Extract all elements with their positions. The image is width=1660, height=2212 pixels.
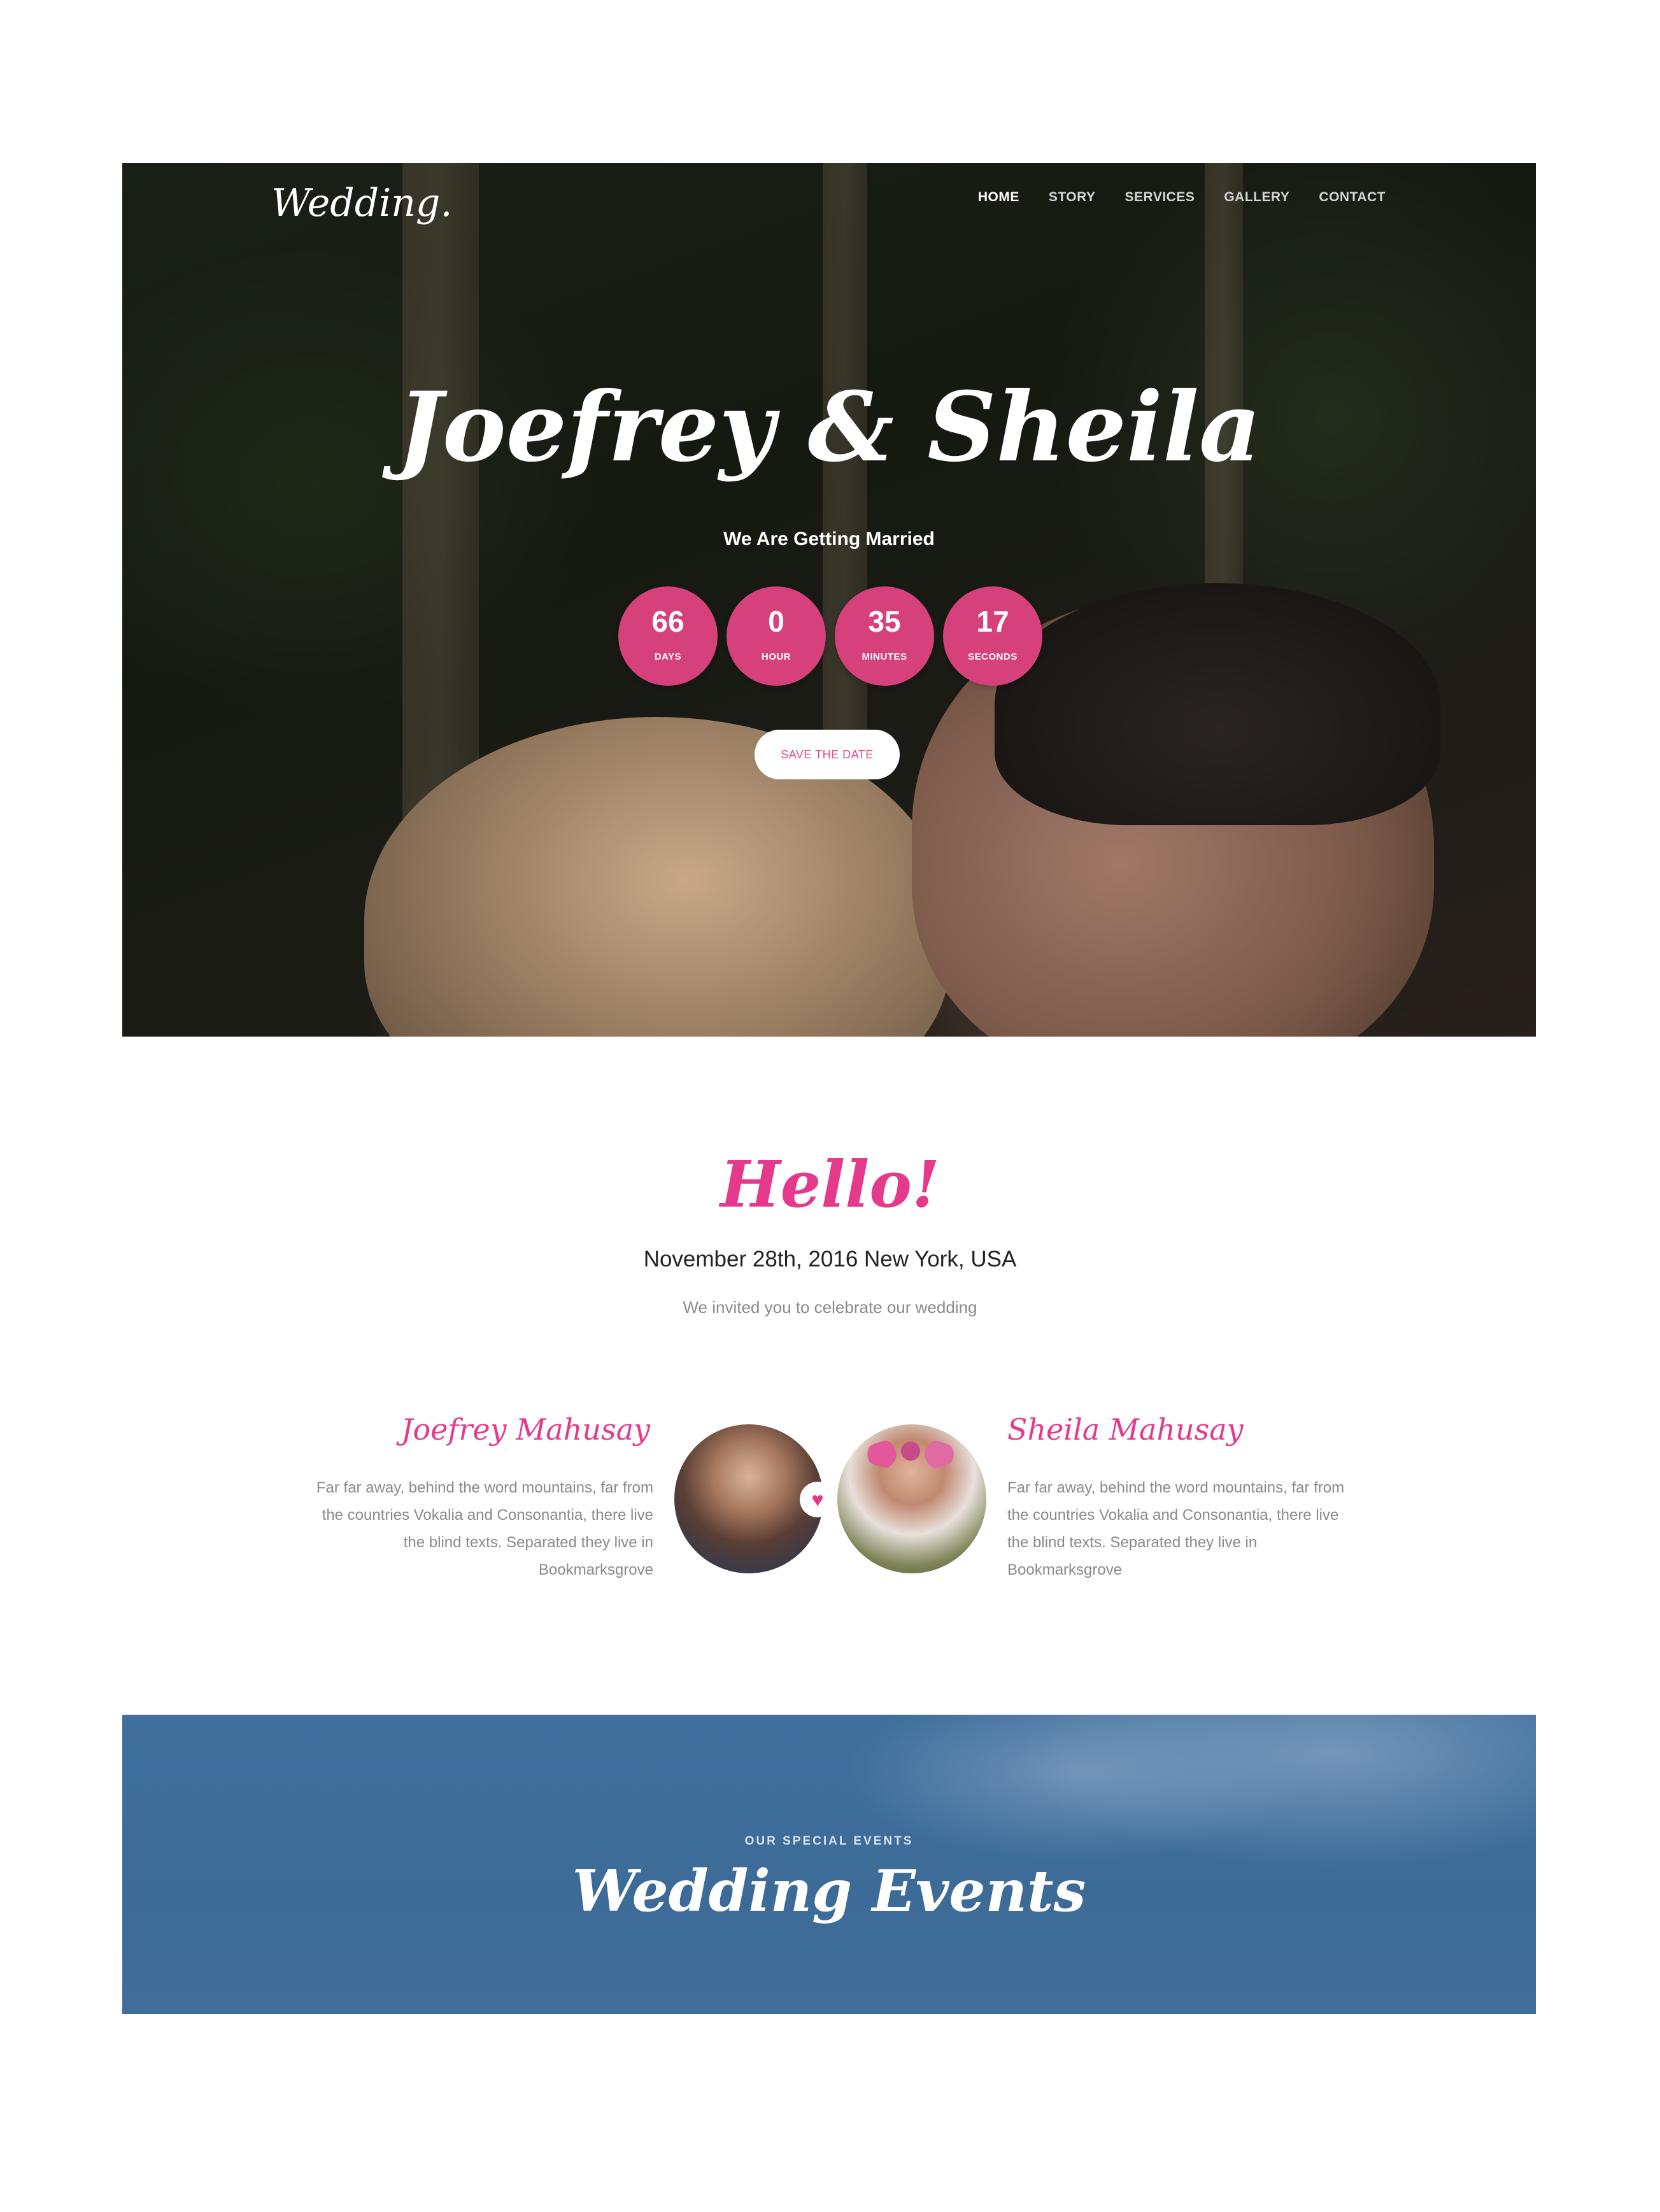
nav-services[interactable]: SERVICES	[1125, 190, 1195, 205]
save-the-date-button[interactable]: SAVE THE DATE	[755, 730, 900, 779]
countdown-value: 66	[651, 605, 685, 638]
bride-bio: Far far away, behind the word mountains,…	[1007, 1479, 1345, 1578]
countdown-label: HOUR	[761, 651, 791, 662]
countdown-label: MINUTES	[862, 651, 907, 662]
countdown: 66 DAYS 0 HOUR 35 MINUTES 17 SECONDS	[618, 586, 1042, 686]
countdown-value: 35	[868, 605, 901, 638]
countdown-seconds: 17 SECONDS	[943, 586, 1042, 686]
countdown-label: DAYS	[654, 651, 682, 662]
hero-content: Wedding. HOME STORY SERVICES GALLERY CON…	[122, 163, 1536, 1037]
invite-text: We invited you to celebrate our wedding	[683, 1298, 977, 1317]
flower-crown	[863, 1438, 958, 1470]
events-kicker: OUR SPECIAL EVENTS	[744, 1834, 914, 1848]
nav-story[interactable]: STORY	[1049, 190, 1096, 205]
bride-avatar	[837, 1424, 986, 1573]
countdown-value: 0	[768, 605, 784, 638]
groom-bio: Far far away, behind the word mountains,…	[316, 1479, 653, 1578]
countdown-label: SECONDS	[968, 651, 1018, 662]
countdown-hours: 0 HOUR	[727, 586, 826, 686]
nav-home[interactable]: HOME	[978, 190, 1019, 205]
hero-tagline: We Are Getting Married	[723, 528, 935, 549]
nav-gallery[interactable]: GALLERY	[1224, 190, 1289, 205]
wedding-date-location: November 28th, 2016 New York, USA	[643, 1247, 1017, 1272]
hello-heading: Hello!	[720, 1147, 940, 1222]
hero-section: Wedding. HOME STORY SERVICES GALLERY CON…	[122, 163, 1536, 1037]
countdown-value: 17	[976, 605, 1009, 638]
countdown-minutes: 35 MINUTES	[835, 586, 934, 686]
couple-title: Joefrey & Sheila	[397, 371, 1261, 483]
nav-contact[interactable]: CONTACT	[1319, 190, 1386, 205]
countdown-days: 66 DAYS	[618, 586, 718, 686]
site-logo[interactable]: Wedding.	[271, 181, 452, 225]
groom-name: Joefrey Mahusay	[401, 1412, 650, 1447]
main-nav: HOME STORY SERVICES GALLERY CONTACT	[978, 190, 1386, 205]
events-title: Wedding Events	[572, 1857, 1086, 1925]
events-section: OUR SPECIAL EVENTS Wedding Events	[122, 1715, 1536, 2014]
bride-name: Sheila Mahusay	[1007, 1412, 1244, 1447]
heart-icon: ♥	[800, 1482, 835, 1517]
